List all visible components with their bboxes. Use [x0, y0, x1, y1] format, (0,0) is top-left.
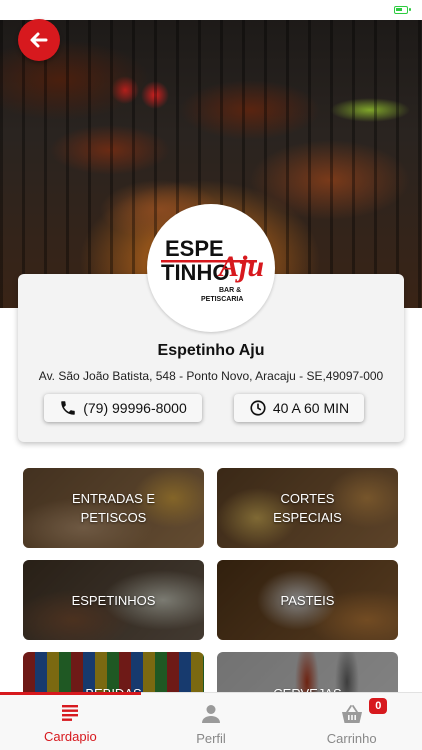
- category-entradas-petiscos[interactable]: ENTRADAS E PETISCOS: [23, 468, 204, 548]
- category-label: ESPETINHOS: [71, 592, 156, 608]
- person-icon: [202, 705, 220, 723]
- category-pasteis[interactable]: PASTEIS: [217, 560, 398, 640]
- status-bar: [0, 0, 422, 20]
- back-button[interactable]: [18, 19, 60, 61]
- logo-text-line1: ESPE: [165, 236, 224, 261]
- logo-subtitle-line1: BAR &: [219, 287, 241, 294]
- delivery-time: 40 A 60 MIN: [272, 400, 350, 416]
- tab-carrinho[interactable]: 0 Carrinho: [281, 693, 422, 750]
- delivery-time-badge: 40 A 60 MIN: [234, 394, 364, 422]
- battery-icon: [394, 6, 411, 14]
- restaurant-address: Av. São João Batista, 548 - Ponto Novo, …: [38, 369, 384, 383]
- menu-list-icon: [62, 705, 79, 721]
- category-label: PASTEIS: [280, 592, 335, 608]
- cart-count-badge: 0: [369, 698, 388, 714]
- phone-number: (79) 99996-8000: [83, 400, 187, 416]
- arrow-left-icon: [30, 32, 48, 48]
- tab-label: Perfil: [196, 731, 226, 746]
- tab-label: Carrinho: [326, 731, 377, 746]
- tab-perfil[interactable]: Perfil: [141, 693, 282, 750]
- category-label: ENTRADAS E PETISCOS: [71, 491, 156, 525]
- phone-button[interactable]: (79) 99996-8000: [44, 394, 202, 422]
- category-label: CORTES ESPECIAIS: [273, 491, 342, 525]
- category-espetinhos[interactable]: ESPETINHOS: [23, 560, 204, 640]
- bottom-tab-bar: Cardapio Perfil 0 Carrinho: [0, 692, 422, 750]
- logo-subtitle-line2: PETISCARIA: [201, 296, 243, 303]
- basket-icon: [341, 705, 362, 723]
- clock-icon: [250, 400, 266, 416]
- category-cortes-especiais[interactable]: CORTES ESPECIAIS: [217, 468, 398, 548]
- logo-text-aju: Aju: [217, 250, 264, 283]
- phone-icon: [61, 401, 75, 415]
- tab-cardapio[interactable]: Cardapio: [0, 693, 141, 750]
- restaurant-logo: ESPE TINHO Aju BAR & PETISCARIA: [147, 204, 275, 332]
- restaurant-name: Espetinho Aju: [157, 342, 265, 359]
- tab-label: Cardapio: [43, 729, 97, 744]
